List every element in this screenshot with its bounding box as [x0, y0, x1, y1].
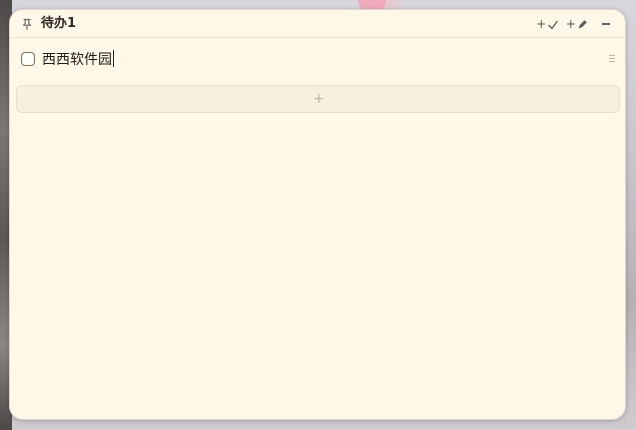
minimize-icon [602, 23, 610, 25]
grip-dot [624, 422, 626, 424]
add-todo-button[interactable]: + [536, 16, 558, 32]
todo-window: 待办1 + + 西西软件园 + [9, 9, 626, 420]
add-note-button[interactable]: + [565, 16, 589, 32]
plus-icon: + [536, 17, 547, 31]
check-icon [548, 20, 558, 30]
drag-line [609, 55, 615, 56]
text-cursor [113, 50, 114, 67]
window-titlebar[interactable]: 待办1 + + [10, 10, 625, 38]
add-todo-plus-icon: + [313, 91, 325, 107]
pin-icon[interactable] [20, 17, 34, 31]
window-title: 待办1 [41, 16, 77, 31]
todo-checkbox[interactable] [21, 52, 35, 66]
todo-text-value: 西西软件园 [42, 52, 112, 68]
drag-line [609, 61, 615, 62]
grip-dot [621, 422, 623, 424]
resize-grip-icon[interactable] [616, 416, 628, 428]
todo-text[interactable]: 西西软件园 [42, 50, 114, 70]
todo-item[interactable]: 西西软件园 [10, 49, 625, 73]
add-todo-row[interactable]: + [16, 85, 620, 113]
pencil-icon [578, 20, 587, 29]
minimize-button[interactable] [599, 16, 613, 32]
drag-line [609, 58, 615, 59]
drag-handle-icon[interactable] [607, 53, 617, 63]
grip-dot [618, 425, 620, 427]
grip-dot [624, 425, 626, 427]
grip-dot [624, 419, 626, 421]
plus-icon: + [565, 17, 576, 31]
grip-dot [621, 425, 623, 427]
